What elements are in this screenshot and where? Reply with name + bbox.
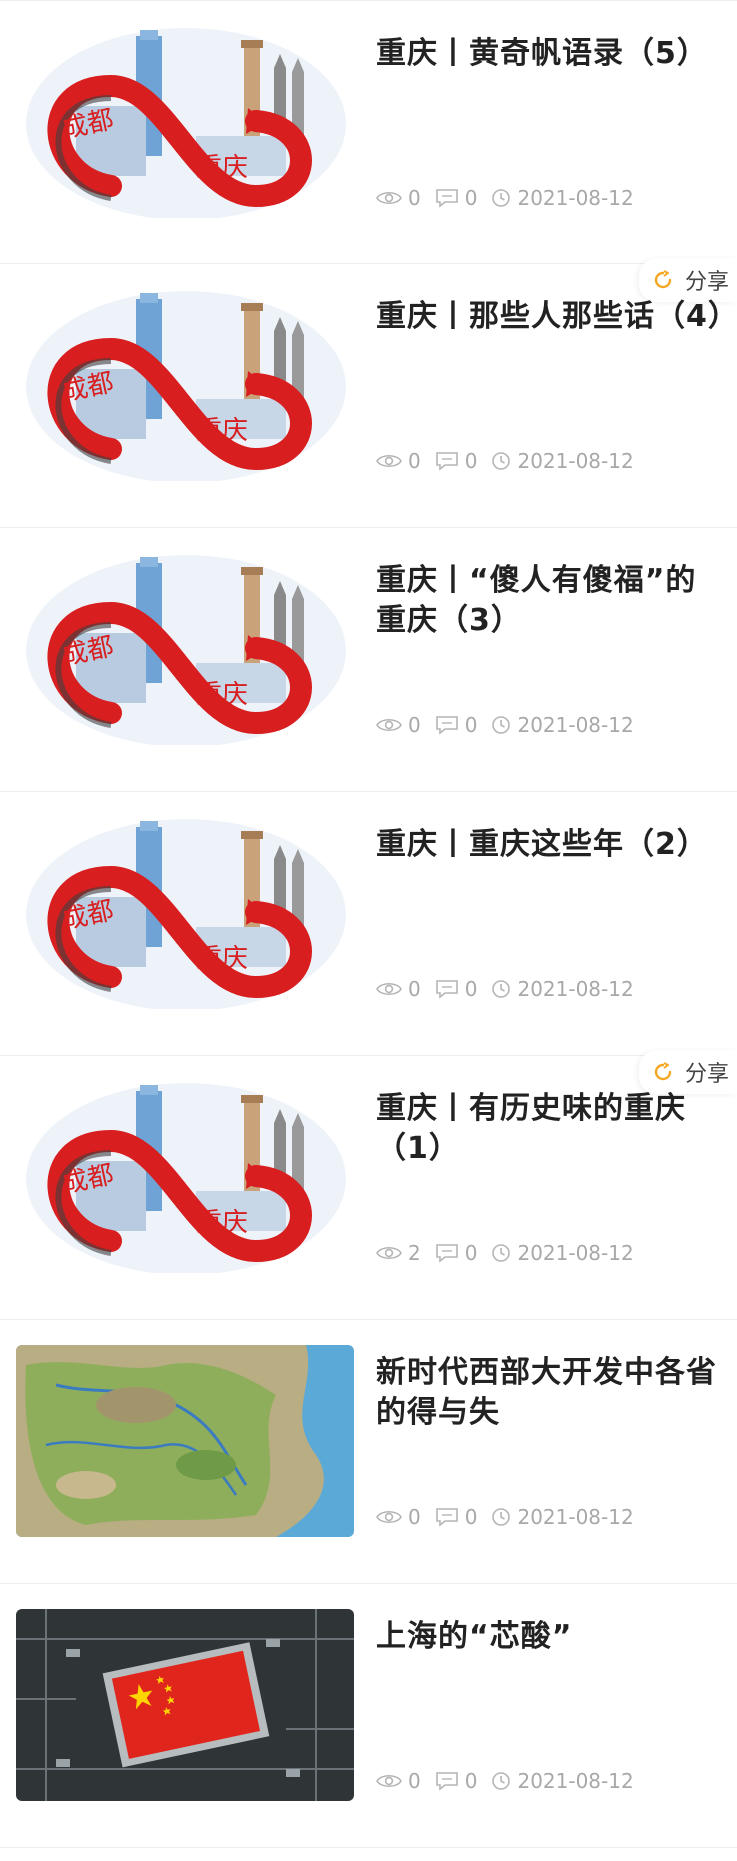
article-item[interactable]: 成都 重庆 重庆丨“傻人有傻福”的重庆（3） 0 0 2021-08-12	[0, 528, 737, 792]
comment-count: 0	[464, 186, 478, 210]
eye-icon	[376, 452, 402, 470]
eye-icon	[376, 1244, 402, 1262]
comment-count: 0	[464, 713, 478, 737]
article-meta: 0 0 2021-08-12	[376, 1505, 648, 1529]
article-title[interactable]: 重庆丨那些人那些话（4）	[376, 297, 737, 337]
publish-date: 2021-08-12	[517, 1769, 634, 1793]
clock-icon	[491, 1507, 511, 1527]
comment-icon	[435, 979, 459, 999]
eye-icon	[376, 1772, 402, 1790]
article-list: 成都 重庆 重庆丨黄奇帆语录（5） 0 0 2021-08-12 分享 成都 重庆 …	[0, 0, 737, 1848]
article-meta: 2 0 2021-08-12	[376, 1241, 648, 1265]
view-count: 0	[408, 449, 421, 473]
share-button[interactable]: 分享	[638, 1050, 737, 1094]
article-thumbnail[interactable]	[16, 1345, 354, 1537]
comment-count: 0	[464, 977, 478, 1001]
article-title[interactable]: 重庆丨“傻人有傻福”的重庆（3）	[376, 561, 726, 641]
clock-icon	[491, 188, 511, 208]
clock-icon	[491, 1771, 511, 1791]
svg-text:重庆: 重庆	[196, 680, 248, 710]
view-count: 0	[408, 977, 421, 1001]
article-thumbnail[interactable]: 成都 重庆	[16, 553, 354, 745]
publish-date: 2021-08-12	[517, 713, 634, 737]
share-icon	[651, 268, 675, 292]
article-item[interactable]: 上海的“芯酸” 0 0 2021-08-12	[0, 1584, 737, 1848]
article-meta: 0 0 2021-08-12	[376, 186, 648, 210]
svg-text:重庆: 重庆	[196, 1208, 248, 1238]
eye-icon	[376, 1508, 402, 1526]
view-count: 2	[408, 1241, 421, 1265]
comment-icon	[435, 715, 459, 735]
view-count: 0	[408, 1505, 421, 1529]
article-item[interactable]: 分享 成都 重庆 重庆丨那些人那些话（4） 0 0 2021-08-12	[0, 258, 737, 528]
article-meta: 0 0 2021-08-12	[376, 449, 648, 473]
article-title[interactable]: 新时代西部大开发中各省的得与失	[376, 1353, 726, 1433]
article-meta: 0 0 2021-08-12	[376, 977, 648, 1001]
article-thumbnail[interactable]: 成都 重庆	[16, 26, 354, 218]
share-icon	[651, 1060, 675, 1084]
publish-date: 2021-08-12	[517, 449, 634, 473]
share-label: 分享	[684, 270, 729, 295]
comment-count: 0	[464, 1241, 478, 1265]
svg-text:重庆: 重庆	[196, 153, 248, 183]
view-count: 0	[408, 186, 421, 210]
publish-date: 2021-08-12	[517, 977, 634, 1001]
clock-icon	[491, 451, 511, 471]
article-thumbnail[interactable]: 成都 重庆	[16, 1081, 354, 1273]
article-title[interactable]: 重庆丨黄奇帆语录（5）	[376, 34, 726, 74]
article-title[interactable]: 重庆丨重庆这些年（2）	[376, 825, 726, 865]
share-label: 分享	[684, 1062, 729, 1087]
article-thumbnail[interactable]: 成都 重庆	[16, 817, 354, 1009]
svg-text:重庆: 重庆	[196, 416, 248, 446]
clock-icon	[491, 979, 511, 999]
eye-icon	[376, 189, 402, 207]
article-item[interactable]: 新时代西部大开发中各省的得与失 0 0 2021-08-12	[0, 1320, 737, 1584]
comment-count: 0	[464, 1505, 478, 1529]
svg-text:重庆: 重庆	[196, 944, 248, 974]
article-item[interactable]: 成都 重庆 重庆丨黄奇帆语录（5） 0 0 2021-08-12	[0, 0, 737, 264]
comment-count: 0	[464, 449, 478, 473]
article-thumbnail[interactable]: 成都 重庆	[16, 289, 354, 481]
comment-icon	[435, 188, 459, 208]
comment-icon	[435, 1243, 459, 1263]
article-meta: 0 0 2021-08-12	[376, 713, 648, 737]
comment-icon	[435, 1771, 459, 1791]
share-button[interactable]: 分享	[638, 258, 737, 302]
view-count: 0	[408, 1769, 421, 1793]
article-thumbnail[interactable]	[16, 1609, 354, 1801]
clock-icon	[491, 1243, 511, 1263]
view-count: 0	[408, 713, 421, 737]
article-item[interactable]: 成都 重庆 重庆丨重庆这些年（2） 0 0 2021-08-12	[0, 792, 737, 1056]
comment-count: 0	[464, 1769, 478, 1793]
clock-icon	[491, 715, 511, 735]
comment-icon	[435, 1507, 459, 1527]
eye-icon	[376, 980, 402, 998]
publish-date: 2021-08-12	[517, 186, 634, 210]
article-item[interactable]: 分享 成都 重庆 重庆丨有历史味的重庆（1） 2 0 2021-08-12	[0, 1050, 737, 1320]
publish-date: 2021-08-12	[517, 1241, 634, 1265]
article-meta: 0 0 2021-08-12	[376, 1769, 648, 1793]
comment-icon	[435, 451, 459, 471]
article-title[interactable]: 重庆丨有历史味的重庆（1）	[376, 1089, 726, 1169]
eye-icon	[376, 716, 402, 734]
publish-date: 2021-08-12	[517, 1505, 634, 1529]
article-title[interactable]: 上海的“芯酸”	[376, 1617, 726, 1657]
